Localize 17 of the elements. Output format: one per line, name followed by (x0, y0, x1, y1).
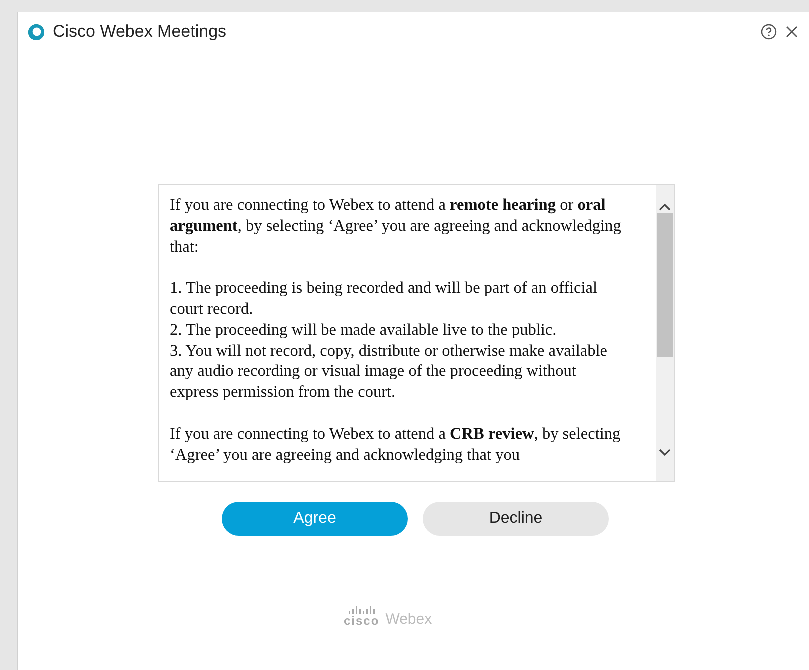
product-name: Webex (386, 612, 432, 627)
cisco-bars-icon (348, 606, 375, 615)
scroll-down-icon[interactable] (659, 449, 671, 457)
scrollbar[interactable] (656, 185, 674, 481)
numbered-statement: 2. The proceeding will be made available live to the public. (170, 320, 558, 341)
window-title: Cisco Webex Meetings (53, 21, 227, 44)
close-icon[interactable] (785, 25, 799, 39)
agreement-paragraph: If you are connecting to Webex to attend a CRB review, by selecting ‘Agree’ you are agreeing and acknowledging that you (170, 424, 622, 466)
numbered-statement: 3. You will not record, copy, distribute or otherwise make available any audio recording or visual image of the proceeding without express permission from the court. (170, 340, 609, 403)
help-icon[interactable] (761, 24, 777, 40)
decline-button[interactable]: Decline (423, 502, 609, 536)
webex-logo-icon (28, 24, 45, 40)
cisco-wordmark: cisco (344, 615, 380, 627)
scroll-up-icon[interactable] (659, 203, 671, 211)
agreement-paragraph: If you are connecting to Webex to attend a remote hearing or oral argument, by selecting ‘Agree’ you are agreeing and acknowledging that: (170, 195, 622, 258)
scrollbar-thumb[interactable] (657, 213, 673, 357)
numbered-statement: 1. The proceeding is being recorded and will be part of an official court record. (170, 278, 599, 320)
